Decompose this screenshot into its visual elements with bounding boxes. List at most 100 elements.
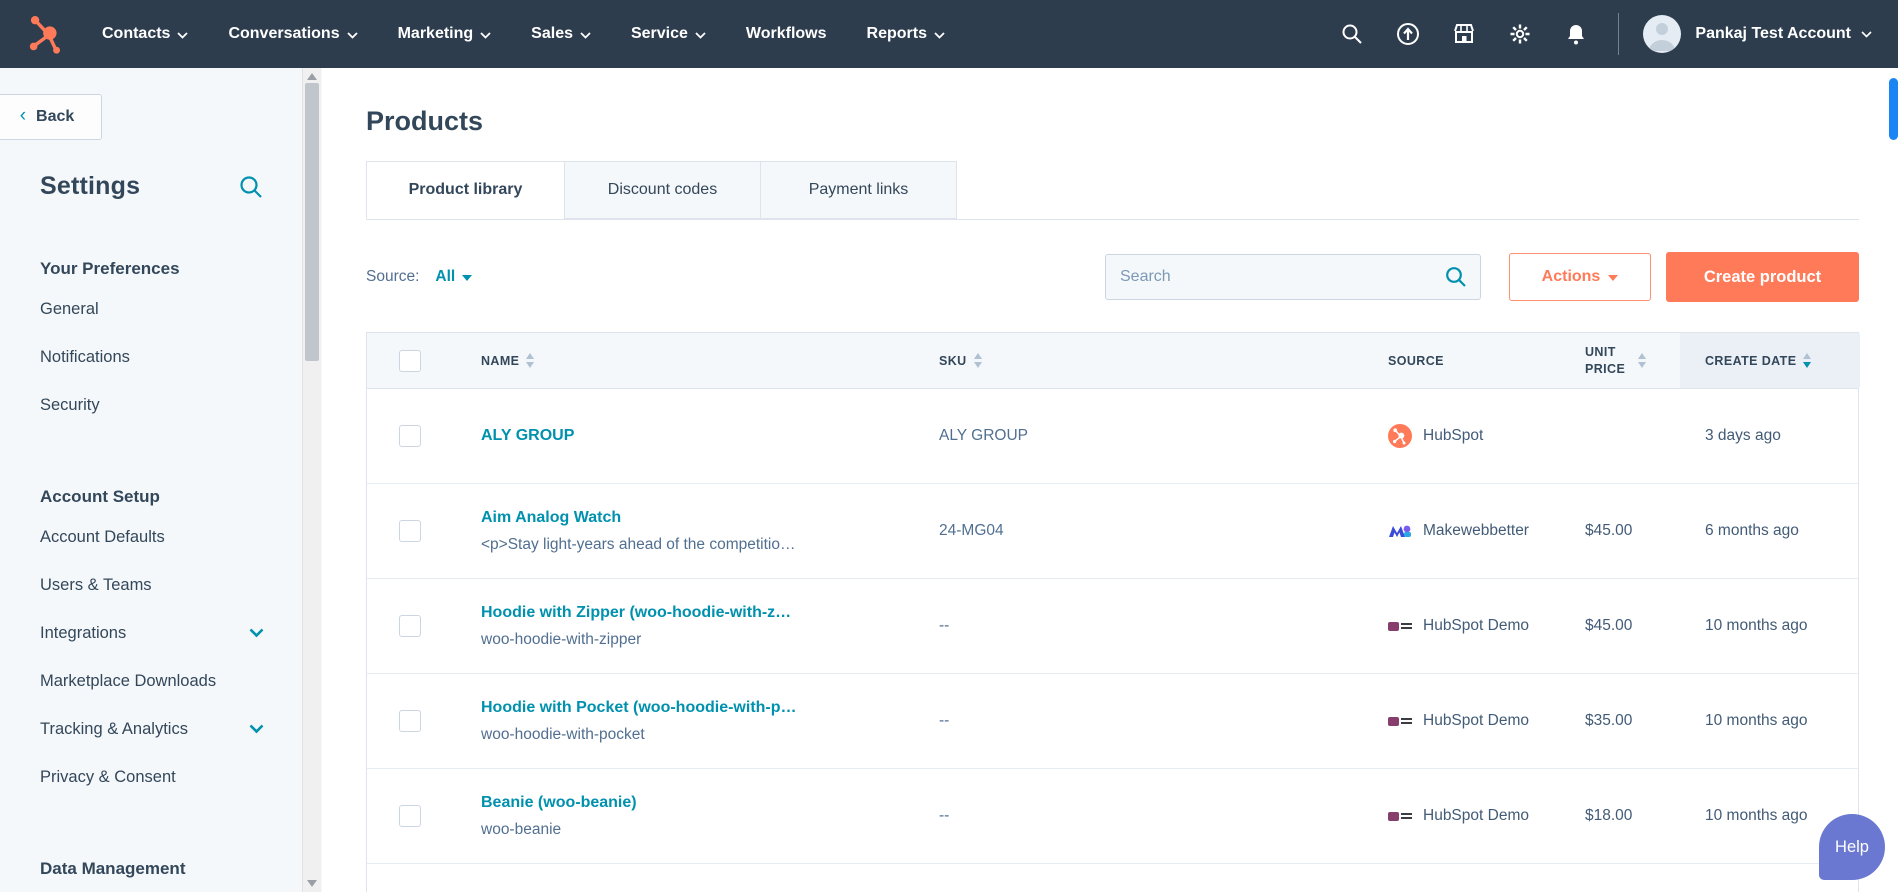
- tab-product-library[interactable]: Product library: [366, 161, 565, 219]
- nav-item-reports[interactable]: Reports: [867, 25, 945, 43]
- caret-down-icon: [462, 275, 473, 281]
- nav-item-label: Reports: [866, 25, 927, 42]
- sidebar-item-general[interactable]: General: [40, 285, 264, 333]
- nav-item-service[interactable]: Service: [631, 25, 706, 43]
- row-checkbox[interactable]: [399, 520, 421, 542]
- product-description: woo-hoodie-with-zipper: [481, 630, 642, 648]
- source-filter-dropdown[interactable]: All: [435, 268, 473, 286]
- nav-item-conversations[interactable]: Conversations: [228, 25, 358, 43]
- column-header-source[interactable]: SOURCE: [1388, 333, 1585, 388]
- table-row: Hoodie with Zipper (woo-hoodie-with-z… w…: [367, 579, 1858, 674]
- row-checkbox[interactable]: [399, 805, 421, 827]
- avatar: [1643, 15, 1682, 53]
- search-settings-icon[interactable]: [238, 174, 264, 200]
- product-name-link[interactable]: ALY GROUP: [481, 427, 574, 445]
- section-heading: Data Management: [40, 859, 186, 878]
- column-label: NAME: [481, 353, 520, 368]
- sidebar-item-security[interactable]: Security: [40, 381, 264, 429]
- search-icon[interactable]: [1444, 265, 1468, 289]
- upgrade-icon[interactable]: [1396, 22, 1420, 46]
- column-label: UNIT PRICE: [1585, 345, 1626, 376]
- account-menu[interactable]: Pankaj Test Account: [1643, 15, 1872, 53]
- nav-item-label: Conversations: [228, 25, 340, 42]
- hubspot-settings-products-screen: Contacts Conversations Marketing Sales S…: [0, 0, 1898, 892]
- nav-item-label: Marketing: [397, 25, 474, 42]
- table-header-row: NAME SKU SOURCE UNIT PRICE CREATE DATE: [367, 333, 1860, 389]
- page-scrollbar-thumb[interactable]: [1889, 78, 1898, 140]
- unit-price: $45.00: [1585, 617, 1633, 634]
- product-description: <p>Stay light-years ahead of the competi…: [481, 535, 796, 553]
- product-name-link[interactable]: Aim Analog Watch: [481, 509, 621, 527]
- source-filter-label: Source:: [366, 268, 420, 285]
- scroll-down-arrow-icon[interactable]: [307, 880, 317, 887]
- chevron-down-icon: [249, 724, 264, 734]
- back-button[interactable]: ‹ Back: [0, 94, 102, 140]
- sidebar-item-users-teams[interactable]: Users & Teams: [40, 561, 264, 609]
- product-name-link[interactable]: Hoodie with Zipper (woo-hoodie-with-z…: [481, 604, 791, 622]
- tab-discount-codes[interactable]: Discount codes: [564, 161, 761, 219]
- table-row: ALY GROUP ALY GROUP HubSpot 3 days ago: [367, 389, 1858, 484]
- sku-value: --: [939, 617, 950, 634]
- sidebar-item-label: General: [40, 299, 99, 318]
- chevron-down-icon: [249, 628, 264, 638]
- source-name: HubSpot: [1423, 427, 1484, 444]
- search-input[interactable]: [1105, 254, 1481, 300]
- create-date: 6 months ago: [1705, 522, 1799, 539]
- sidebar-item-label: Notifications: [40, 347, 130, 366]
- sidebar-item-label: Account Defaults: [40, 527, 165, 546]
- nav-item-sales[interactable]: Sales: [531, 25, 591, 43]
- product-name-link[interactable]: Beanie (woo-beanie): [481, 794, 637, 812]
- hubspot-logo-icon[interactable]: [26, 13, 68, 55]
- chevron-down-icon: [177, 31, 189, 39]
- settings-icon[interactable]: [1508, 22, 1532, 46]
- select-all-checkbox[interactable]: [399, 349, 421, 372]
- chevron-down-icon: [695, 31, 706, 39]
- column-header-unit-price[interactable]: UNIT PRICE: [1585, 333, 1680, 388]
- column-header-sku[interactable]: SKU: [939, 333, 1388, 388]
- column-label: SKU: [939, 353, 967, 368]
- column-header-create-date[interactable]: CREATE DATE: [1680, 333, 1860, 388]
- help-button[interactable]: Help: [1819, 814, 1885, 880]
- chevron-down-icon: [580, 31, 591, 39]
- nav-utilities: Pankaj Test Account: [1308, 13, 1872, 55]
- sidebar-item-integrations[interactable]: Integrations: [40, 609, 264, 657]
- help-button-label: Help: [1835, 837, 1869, 856]
- sidebar-scrollbar-thumb[interactable]: [305, 83, 319, 361]
- source-name: HubSpot Demo: [1423, 617, 1529, 634]
- tab-payment-links[interactable]: Payment links: [760, 161, 957, 219]
- sidebar-item-notifications[interactable]: Notifications: [40, 333, 264, 381]
- create-product-label: Create product: [1703, 267, 1822, 286]
- products-table: NAME SKU SOURCE UNIT PRICE CREATE DATE A…: [366, 332, 1860, 892]
- sidebar-item-tracking-analytics[interactable]: Tracking & Analytics: [40, 705, 264, 753]
- column-header-name[interactable]: NAME: [441, 333, 939, 388]
- source-filter-value: All: [435, 268, 456, 285]
- notifications-icon[interactable]: [1564, 22, 1588, 46]
- chevron-down-icon: [346, 31, 358, 39]
- sidebar-item-privacy-consent[interactable]: Privacy & Consent: [40, 753, 264, 801]
- nav-item-marketing[interactable]: Marketing: [398, 25, 492, 43]
- sidebar-scrollbar[interactable]: [302, 68, 321, 892]
- sidebar-item-account-defaults[interactable]: Account Defaults: [40, 513, 264, 561]
- back-button-label: Back: [36, 108, 75, 125]
- unit-price: $18.00: [1585, 807, 1633, 824]
- hubspot-icon: [1388, 424, 1412, 448]
- sort-arrows-icon: [1638, 353, 1646, 368]
- scroll-up-arrow-icon[interactable]: [307, 73, 317, 80]
- row-checkbox[interactable]: [399, 710, 421, 732]
- nav-item-workflows[interactable]: Workflows: [746, 25, 827, 43]
- marketplace-icon[interactable]: [1452, 22, 1476, 46]
- row-checkbox[interactable]: [399, 425, 421, 447]
- row-checkbox[interactable]: [399, 615, 421, 637]
- create-date: 3 days ago: [1705, 427, 1781, 444]
- sidebar-item-marketplace-downloads[interactable]: Marketplace Downloads: [40, 657, 264, 705]
- nav-item-contacts[interactable]: Contacts: [102, 25, 189, 43]
- search-icon[interactable]: [1340, 22, 1364, 46]
- create-product-button[interactable]: Create product: [1666, 252, 1859, 302]
- actions-button[interactable]: Actions: [1509, 253, 1651, 301]
- nav-item-label: Workflows: [745, 25, 827, 42]
- chevron-left-icon: ‹: [19, 105, 27, 126]
- primary-nav: Contacts Conversations Marketing Sales S…: [102, 25, 945, 43]
- product-name-link[interactable]: Hoodie with Pocket (woo-hoodie-with-p…: [481, 699, 797, 717]
- sidebar-item-label: Privacy & Consent: [40, 767, 176, 786]
- products-main: Products Product library Discount codes …: [322, 68, 1898, 892]
